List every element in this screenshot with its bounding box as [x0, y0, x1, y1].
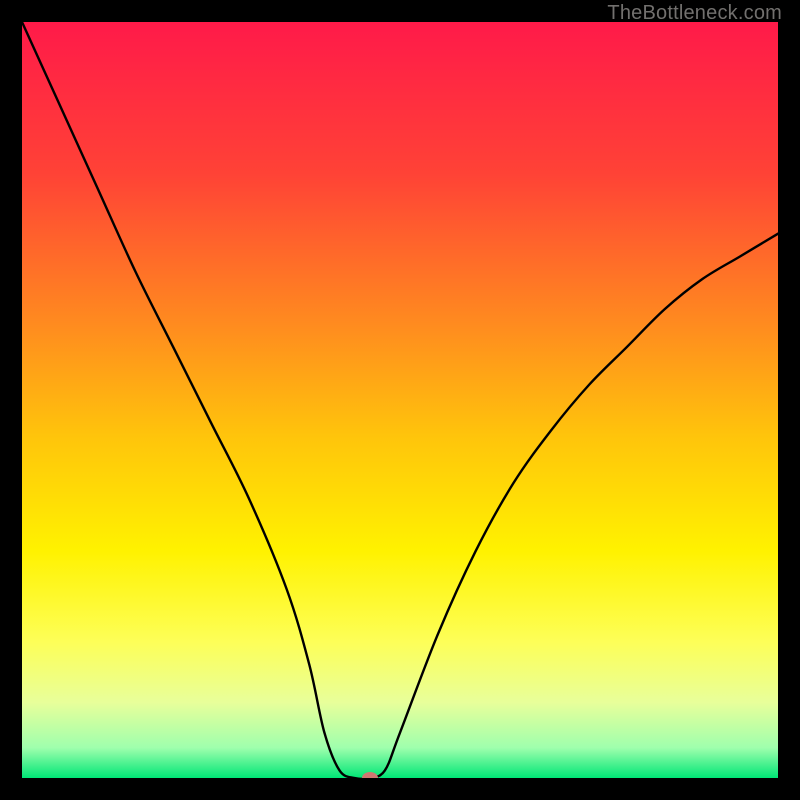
plot-area [22, 22, 778, 778]
bottleneck-curve [22, 22, 778, 778]
chart-container: TheBottleneck.com [0, 0, 800, 800]
heat-gradient-background [22, 22, 778, 778]
optimal-point-marker [362, 772, 378, 778]
watermark-text: TheBottleneck.com [607, 2, 782, 25]
